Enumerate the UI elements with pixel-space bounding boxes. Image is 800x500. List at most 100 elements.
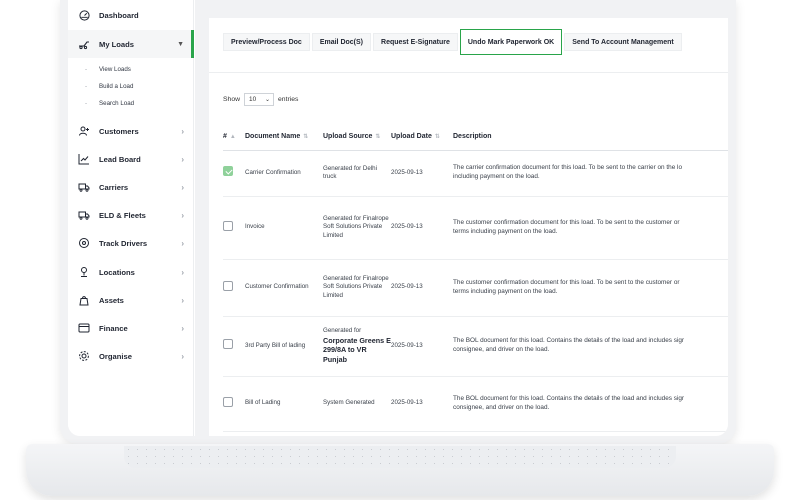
chevron-right-icon: › [181,238,184,248]
sort-icon: ⇅ [303,134,309,141]
sidebar-item-carriers[interactable]: Carriers › [68,173,194,201]
documents-table: # ▲ Document Name ⇅ Upload Source ⇅ Upload … [223,124,728,432]
sidebar-item-organise[interactable]: Organise › [68,342,194,370]
map-pin-icon [78,266,90,278]
truck-icon [78,181,90,193]
description: The carrier confirmation document for th… [453,150,728,197]
wallet-icon [78,322,90,334]
table-header-row: # ▲ Document Name ⇅ Upload Source ⇅ Upload … [223,124,728,151]
sidebar-item-label: My Loads [99,39,135,49]
upload-source-prefix: Generated for [323,327,362,335]
description: The BOL document for this load. Contains… [453,376,728,432]
chevron-down-icon: ⌄ [264,97,271,103]
sidebar-item-track-drivers[interactable]: Track Drivers › [68,229,194,257]
row-checkbox[interactable] [223,280,233,291]
document-action-toolbar: Preview/Process Doc Email Doc(S) Request… [223,29,684,55]
laptop-screen-frame: Dashboard My Loads ▼ - View Loads - Build … [60,0,736,444]
column-header-document-name[interactable]: Document Name ⇅ [245,124,323,151]
sidebar-item-label: Customers [99,126,139,136]
chart-trend-icon [78,153,90,165]
divider [209,72,728,73]
column-header-upload-source[interactable]: Upload Source ⇅ [323,124,391,151]
entries-select[interactable]: 10 ⌄ [244,93,275,106]
chevron-right-icon: › [181,323,184,333]
document-name[interactable]: Carrier Confirmation [245,150,323,197]
send-to-account-management-button[interactable]: Send To Account Management [564,33,682,51]
chevron-right-icon: › [181,210,184,220]
upload-source-detail: Corporate Greens E 299/8A to VR Punjab [323,335,391,365]
column-header-number[interactable]: # ▲ [223,124,245,151]
sidebar: Dashboard My Loads ▼ - View Loads - Build … [68,0,194,436]
row-checkbox[interactable] [223,396,233,407]
document-name[interactable]: Invoice [245,196,323,260]
table-row: Bill of Lading System Generated 2025-09-… [223,376,728,432]
sidebar-item-label: Finance [99,323,128,333]
sidebar-item-assets[interactable]: Assets › [68,286,194,314]
sidebar-item-label: Dashboard [99,10,139,20]
bag-icon [78,294,90,306]
row-checkbox[interactable] [223,166,233,177]
undo-mark-paperwork-ok-button[interactable]: Undo Mark Paperwork OK [459,29,563,55]
sort-asc-icon: ▲ [229,134,236,141]
table-row: 3rd Party Bill of lading Generated for C… [223,316,728,377]
show-label: Show [223,96,241,103]
entries-value: 10 [249,96,257,103]
sidebar-item-label: Lead Board [99,154,141,164]
laptop-keyboard-base [26,444,774,496]
sidebar-item-lead-board[interactable]: Lead Board › [68,145,194,173]
row-checkbox[interactable] [223,220,233,231]
description: The customer confirmation document for t… [453,259,728,317]
chevron-right-icon: › [181,154,184,164]
sidebar-item-label: Track Drivers [99,238,148,248]
upload-source: System Generated [323,376,391,432]
upload-source: Generated for Delhi truck [323,150,391,197]
row-checkbox[interactable] [223,339,233,350]
truck-ramp-icon [78,38,90,50]
location-pin-icon [78,237,90,249]
sidebar-item-my-loads[interactable]: My Loads ▼ [68,30,194,58]
sidebar-subitem-label: Search Load [99,100,135,107]
chevron-right-icon: › [181,295,184,305]
app-screen: Dashboard My Loads ▼ - View Loads - Build … [68,0,728,436]
sidebar-item-label: Carriers [99,182,129,192]
document-name[interactable]: Bill of Lading [245,376,323,432]
sidebar-subitem-label: Build a Load [99,83,134,90]
sidebar-item-label: Organise [99,351,132,361]
column-header-upload-date[interactable]: Upload Date ⇅ [391,124,453,151]
entries-control: Show 10 ⌄ entries [223,93,298,106]
sidebar-item-label: ELD & Fleets [99,210,146,220]
email-docs-button[interactable]: Email Doc(S) [311,33,372,51]
upload-date: 2025-09-13 [391,196,453,260]
chevron-right-icon: › [181,182,184,192]
table-row: Invoice Generated for Finalrope Soft Sol… [223,196,728,260]
sidebar-item-locations[interactable]: Locations › [68,258,194,286]
document-name[interactable]: Customer Confirmation [245,259,323,317]
chevron-right-icon: › [181,351,184,361]
column-header-description[interactable]: Description [453,124,728,151]
sidebar-subitem-view-loads[interactable]: - View Loads [85,66,131,73]
sidebar-item-label: Assets [99,295,124,305]
upload-source: Generated for Finalrope Soft Solutions P… [323,196,391,260]
sort-icon: ⇅ [434,134,440,141]
sidebar-subitem-build-a-load[interactable]: - Build a Load [85,83,133,90]
upload-date: 2025-09-13 [391,316,453,377]
request-e-signature-button[interactable]: Request E-Signature [373,33,458,51]
upload-date: 2025-09-13 [391,376,453,432]
active-indicator [191,30,194,58]
add-user-icon [78,125,90,137]
sidebar-item-finance[interactable]: Finance › [68,314,194,342]
upload-date: 2025-09-13 [391,150,453,197]
upload-source: Generated for Finalrope Soft Solutions P… [323,259,391,317]
sidebar-subitem-search-load[interactable]: - Search Load [85,100,134,107]
sidebar-item-customers[interactable]: Customers › [68,117,194,145]
gear-icon [78,350,90,362]
document-name[interactable]: 3rd Party Bill of lading [245,316,323,377]
sidebar-item-dashboard[interactable]: Dashboard [68,2,194,28]
table-row: Carrier Confirmation Generated for Delhi… [223,150,728,197]
chevron-right-icon: › [181,267,184,277]
sidebar-item-eld-fleets[interactable]: ELD & Fleets › [68,201,194,229]
description: The BOL document for this load. Contains… [453,316,728,377]
description: The customer confirmation document for t… [453,196,728,260]
preview-process-doc-button[interactable]: Preview/Process Doc [223,33,310,51]
sidebar-item-label: Locations [99,267,135,277]
